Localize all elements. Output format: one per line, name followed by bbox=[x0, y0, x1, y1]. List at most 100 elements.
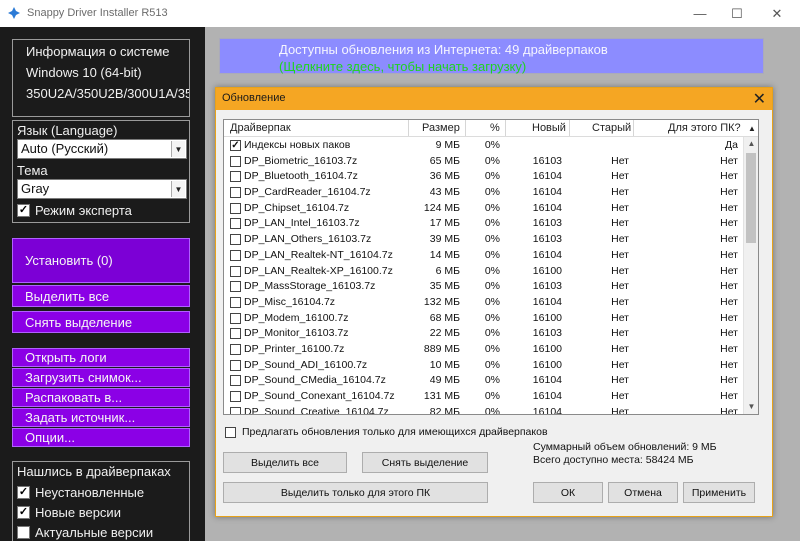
table-row[interactable]: DP_Sound_CMedia_16104.7z 49 МБ 0% 16104 Нет Н… bbox=[224, 373, 744, 389]
table-row[interactable]: DP_Sound_Creative_16104.7z 82 МБ 0% 16104 Не… bbox=[224, 405, 744, 415]
cell-new: 16104 bbox=[532, 295, 562, 308]
filter-not-installed-checkbox[interactable]: ✓ Неустановленные bbox=[17, 485, 144, 500]
table-row[interactable]: DP_MassStorage_16103.7z 35 МБ 0% 16103 Нет Не… bbox=[224, 279, 744, 295]
column-header-size[interactable]: Размер bbox=[422, 122, 460, 134]
dialog-titlebar: Обновление ✕ bbox=[216, 88, 772, 110]
table-row[interactable]: DP_LAN_Realtek-XP_16100.7z 6 МБ 0% 16100 Нет… bbox=[224, 264, 744, 280]
checkbox-icon[interactable] bbox=[230, 187, 241, 199]
cell-driverpack: DP_Modem_16100.7z bbox=[244, 311, 349, 324]
expert-mode-checkbox[interactable]: ✓ Режим эксперта bbox=[17, 203, 132, 218]
checkbox-icon[interactable] bbox=[230, 328, 241, 340]
column-header-percent[interactable]: % bbox=[490, 122, 500, 134]
start-download-link[interactable]: (Щелкните здесь, чтобы начать загрузку) bbox=[279, 59, 526, 74]
extract-button[interactable]: Распаковать в... bbox=[12, 388, 190, 407]
filter-label: Актуальные версии bbox=[35, 525, 154, 540]
ok-button[interactable]: ОК bbox=[533, 482, 603, 503]
load-snapshot-button[interactable]: Загрузить снимок... bbox=[12, 368, 190, 387]
table-row[interactable]: DP_Misc_16104.7z 132 МБ 0% 16104 Нет Нет bbox=[224, 295, 744, 311]
checkmark-icon[interactable]: ✓ bbox=[17, 486, 30, 499]
apply-button[interactable]: Применить bbox=[683, 482, 755, 503]
cell-driverpack: DP_LAN_Others_16103.7z bbox=[244, 233, 372, 246]
select-for-this-pc-button[interactable]: Выделить только для этого ПК bbox=[223, 482, 488, 503]
cell-driverpack: DP_Sound_Conexant_16104.7z bbox=[244, 390, 395, 402]
driverpack-table: Драйверпак Размер % Новый Старый Для это… bbox=[223, 119, 759, 415]
column-header-new[interactable]: Новый bbox=[532, 122, 566, 134]
maximize-button[interactable]: ☐ bbox=[717, 0, 757, 27]
checkbox-icon[interactable] bbox=[230, 343, 241, 355]
table-row[interactable]: ✓ Индексы новых паков 9 МБ 0% Да bbox=[224, 138, 744, 154]
dialog-select-all-button[interactable]: Выделить все bbox=[223, 452, 347, 473]
filter-new-versions-checkbox[interactable]: ✓ Новые версии bbox=[17, 505, 121, 520]
checkbox-icon[interactable] bbox=[230, 281, 241, 293]
install-button[interactable]: Установить (0) bbox=[12, 238, 190, 283]
checkbox-icon[interactable] bbox=[17, 526, 30, 539]
select-all-button[interactable]: Выделить все bbox=[12, 285, 190, 307]
offer-existing-only-checkbox[interactable]: Предлагать обновления только для имеющих… bbox=[225, 426, 548, 438]
checkbox-icon[interactable] bbox=[230, 359, 241, 371]
table-row[interactable]: DP_Monitor_16103.7z 22 МБ 0% 16103 Нет Нет bbox=[224, 326, 744, 342]
checkbox-icon[interactable] bbox=[230, 312, 241, 324]
scroll-down-icon[interactable]: ▼ bbox=[744, 400, 758, 414]
column-header-driverpack[interactable]: Драйверпак bbox=[230, 122, 291, 134]
table-row[interactable]: DP_Biometric_16103.7z 65 МБ 0% 16103 Нет Нет bbox=[224, 154, 744, 170]
checkbox-icon[interactable] bbox=[230, 391, 241, 402]
checkbox-icon[interactable] bbox=[225, 426, 236, 438]
checkbox-icon[interactable] bbox=[230, 375, 241, 387]
cell-size: 65 МБ bbox=[429, 154, 460, 167]
options-button[interactable]: Опции... bbox=[12, 428, 190, 447]
cell-percent: 0% bbox=[484, 405, 500, 415]
cell-new: 16103 bbox=[532, 154, 562, 167]
cell-driverpack: DP_Bluetooth_16104.7z bbox=[244, 170, 358, 183]
cell-for-this-pc: Нет bbox=[720, 327, 738, 340]
table-row[interactable]: DP_LAN_Realtek-NT_16104.7z 14 МБ 0% 16104 Не… bbox=[224, 248, 744, 264]
checkbox-icon[interactable] bbox=[230, 406, 241, 414]
minimize-button[interactable]: — bbox=[680, 0, 720, 27]
checkbox-icon[interactable] bbox=[230, 296, 241, 308]
checkbox-icon[interactable] bbox=[230, 234, 241, 246]
table-row[interactable]: DP_Chipset_16104.7z 124 МБ 0% 16104 Нет Нет bbox=[224, 201, 744, 217]
updates-banner[interactable]: Доступны обновления из Интернета: 49 дра… bbox=[219, 38, 764, 74]
cell-size: 49 МБ bbox=[429, 374, 460, 387]
cell-for-this-pc: Нет bbox=[720, 405, 738, 415]
scrollbar-thumb[interactable] bbox=[746, 153, 756, 243]
dialog-deselect-button[interactable]: Снять выделение bbox=[362, 452, 488, 473]
table-row[interactable]: DP_LAN_Intel_16103.7z 17 МБ 0% 16103 Нет Нет bbox=[224, 216, 744, 232]
checkmark-icon[interactable]: ✓ bbox=[230, 140, 241, 151]
checkbox-icon[interactable] bbox=[230, 171, 241, 183]
checkbox-icon[interactable] bbox=[230, 155, 241, 167]
cell-percent: 0% bbox=[484, 217, 500, 230]
cell-for-this-pc: Нет bbox=[720, 217, 738, 230]
theme-select[interactable]: Gray ▼ bbox=[17, 179, 187, 199]
language-select[interactable]: Auto (Русский) ▼ bbox=[17, 139, 187, 159]
checkmark-icon[interactable]: ✓ bbox=[17, 506, 30, 519]
table-row[interactable]: DP_Bluetooth_16104.7z 36 МБ 0% 16104 Нет Нет bbox=[224, 169, 744, 185]
scroll-up-icon[interactable]: ▲ bbox=[744, 137, 758, 151]
filter-current-versions-checkbox[interactable]: Актуальные версии bbox=[17, 525, 153, 540]
close-button[interactable]: ✕ bbox=[757, 0, 797, 27]
cancel-button[interactable]: Отмена bbox=[608, 482, 678, 503]
open-logs-button[interactable]: Открыть логи bbox=[12, 348, 190, 367]
deselect-button[interactable]: Снять выделение bbox=[12, 311, 190, 333]
table-row[interactable]: DP_Sound_ADI_16100.7z 10 МБ 0% 16100 Нет Нет bbox=[224, 358, 744, 374]
dialog-close-button[interactable]: ✕ bbox=[753, 89, 766, 109]
cell-old: Нет bbox=[611, 342, 629, 355]
cell-for-this-pc: Нет bbox=[720, 342, 738, 355]
checkbox-icon[interactable] bbox=[230, 249, 241, 261]
column-header-old[interactable]: Старый bbox=[592, 122, 631, 134]
sysinfo-line: Информация о системе bbox=[26, 44, 170, 59]
system-info-box[interactable]: Информация о системе Windows 10 (64-bit)… bbox=[12, 39, 190, 117]
table-row[interactable]: DP_Modem_16100.7z 68 МБ 0% 16100 Нет Нет bbox=[224, 311, 744, 327]
checkbox-icon[interactable] bbox=[230, 218, 241, 230]
chevron-down-icon[interactable]: ▼ bbox=[171, 141, 185, 157]
table-row[interactable]: DP_LAN_Others_16103.7z 39 МБ 0% 16103 Нет Нет bbox=[224, 232, 744, 248]
set-source-button[interactable]: Задать источник... bbox=[12, 408, 190, 427]
table-row[interactable]: DP_Sound_Conexant_16104.7z 131 МБ 0% 16104 Н… bbox=[224, 389, 744, 405]
checkmark-icon[interactable]: ✓ bbox=[17, 204, 30, 217]
column-header-for-this-pc[interactable]: Для этого ПК? bbox=[668, 122, 741, 134]
checkbox-icon[interactable] bbox=[230, 265, 241, 277]
table-row[interactable]: DP_CardReader_16104.7z 43 МБ 0% 16104 Нет Нет bbox=[224, 185, 744, 201]
checkbox-icon[interactable] bbox=[230, 202, 241, 214]
chevron-down-icon[interactable]: ▼ bbox=[171, 181, 185, 197]
table-row[interactable]: DP_Printer_16100.7z 889 МБ 0% 16100 Нет Нет bbox=[224, 342, 744, 358]
table-scrollbar[interactable]: ▲ ▼ bbox=[743, 137, 758, 414]
